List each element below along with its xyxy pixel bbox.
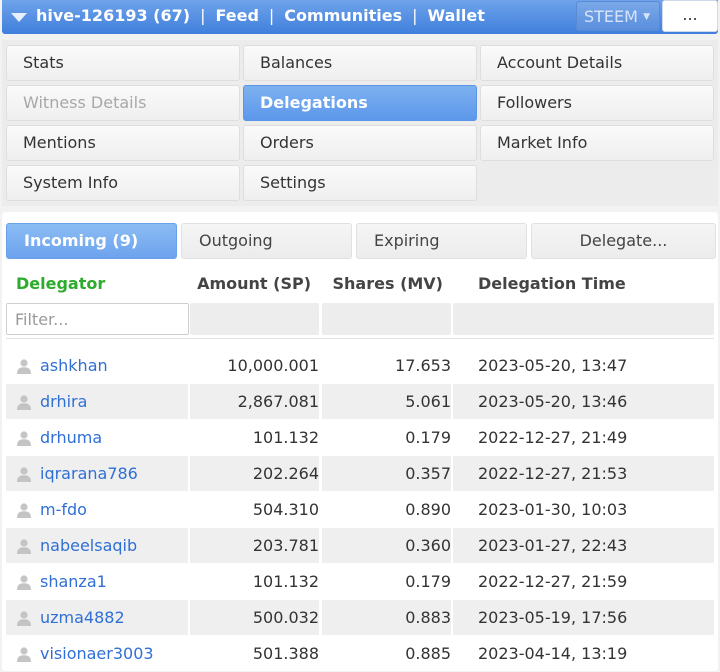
delegations-panel: Incoming (9) Outgoing Expiring Delegate.… [2,212,718,671]
delegator-link[interactable]: uzma4882 [40,600,125,635]
user-icon [17,467,31,482]
menu-balances[interactable]: Balances [243,45,477,81]
time-filter-cell [453,303,714,335]
nav-feed[interactable]: Feed [215,6,258,25]
time-cell: 2023-05-20, 13:46 [478,392,628,411]
delegator-link[interactable]: drhira [40,384,87,419]
nav-communities[interactable]: Communities [284,6,402,25]
shares-cell: 0.885 [405,644,451,663]
time-cell: 2022-12-27, 21:49 [478,428,628,447]
chevron-down-icon: ▼ [643,12,650,22]
time-cell: 2023-01-30, 10:03 [478,500,628,519]
amount-cell: 501.388 [252,644,319,663]
header-divider [6,338,714,339]
top-nav: hive-126193 (67) | Feed | Communities | Wallet [36,6,485,25]
amount-filter-cell [190,303,319,335]
currency-select[interactable]: STEEM ▼ [576,1,660,31]
nav-separator: | [412,6,418,25]
delegator-link[interactable]: visionaer3003 [40,636,154,671]
shares-cell: 0.179 [405,572,451,591]
user-icon [17,647,31,662]
section-menu: Stats Balances Account Details Witness D… [2,40,718,206]
shares-cell: 0.890 [405,500,451,519]
dropdown-caret-icon[interactable] [11,13,27,22]
delegator-link[interactable]: shanza1 [40,564,107,599]
user-icon [17,611,31,626]
amount-cell: 504.310 [252,500,319,519]
delegator-link[interactable]: m-fdo [40,492,87,527]
shares-cell: 17.653 [395,356,451,375]
tab-outgoing[interactable]: Outgoing [181,223,352,259]
more-button[interactable]: ... [662,0,718,32]
amount-cell: 101.132 [252,428,319,447]
user-icon [17,431,31,446]
delegate-button[interactable]: Delegate... [531,223,716,259]
menu-stats[interactable]: Stats [6,45,240,81]
table-row: drhira 2,867.081 5.061 2023-05-20, 13:46 [6,384,714,420]
table-row: visionaer3003 501.388 0.885 2023-04-14, … [6,636,714,672]
time-cell: 2023-01-27, 22:43 [478,536,628,555]
column-header-time[interactable]: Delegation Time [478,274,626,293]
delegations-table: ashkhan 10,000.001 17.653 2023-05-20, 13… [6,348,714,672]
column-header-shares[interactable]: Shares (MV) [322,274,443,293]
amount-cell: 202.264 [252,464,319,483]
shares-filter-cell [322,303,451,335]
shares-cell: 0.360 [405,536,451,555]
table-row: ashkhan 10,000.001 17.653 2023-05-20, 13… [6,348,714,384]
table-row: iqrarana786 202.264 0.357 2022-12-27, 21… [6,456,714,492]
delegator-link[interactable]: nabeelsaqib [40,528,137,563]
menu-mentions[interactable]: Mentions [6,125,240,161]
amount-cell: 2,867.081 [237,392,319,411]
shares-cell: 0.357 [405,464,451,483]
nav-separator: | [200,6,206,25]
delegator-filter-input[interactable] [6,303,189,335]
tab-expiring[interactable]: Expiring [356,223,527,259]
user-icon [17,359,31,374]
nav-wallet[interactable]: Wallet [428,6,485,25]
amount-cell: 500.032 [252,608,319,627]
table-row: shanza1 101.132 0.179 2022-12-27, 21:59 [6,564,714,600]
shares-cell: 0.883 [405,608,451,627]
time-cell: 2023-05-19, 17:56 [478,608,628,627]
amount-cell: 203.781 [252,536,319,555]
menu-orders[interactable]: Orders [243,125,477,161]
delegator-link[interactable]: iqrarana786 [40,456,138,491]
user-icon [17,503,31,518]
column-header-delegator[interactable]: Delegator [16,274,105,293]
table-row: m-fdo 504.310 0.890 2023-01-30, 10:03 [6,492,714,528]
nav-separator: | [268,6,275,25]
table-row: uzma4882 500.032 0.883 2023-05-19, 17:56 [6,600,714,636]
delegator-link[interactable]: drhuma [40,420,102,455]
currency-label: STEEM [584,7,638,26]
time-cell: 2023-04-14, 13:19 [478,644,628,663]
user-icon [17,395,31,410]
shares-cell: 5.061 [405,392,451,411]
user-icon [17,539,31,554]
menu-market-info[interactable]: Market Info [480,125,714,161]
menu-account-details[interactable]: Account Details [480,45,714,81]
amount-cell: 101.132 [252,572,319,591]
menu-witness-details: Witness Details [6,85,240,121]
column-header-amount[interactable]: Amount (SP) [190,274,311,293]
tab-incoming[interactable]: Incoming (9) [6,223,177,259]
time-cell: 2023-05-20, 13:47 [478,356,628,375]
menu-settings[interactable]: Settings [243,165,477,201]
menu-system-info[interactable]: System Info [6,165,240,201]
account-name[interactable]: hive-126193 (67) [36,6,190,25]
table-row: nabeelsaqib 203.781 0.360 2023-01-27, 22… [6,528,714,564]
top-bar: hive-126193 (67) | Feed | Communities | Wallet… [2,0,718,34]
shares-cell: 0.179 [405,428,451,447]
time-cell: 2022-12-27, 21:53 [478,464,628,483]
menu-delegations[interactable]: Delegations [243,85,477,121]
menu-followers[interactable]: Followers [480,85,714,121]
table-row: drhuma 101.132 0.179 2022-12-27, 21:49 [6,420,714,456]
time-cell: 2022-12-27, 21:59 [478,572,628,591]
user-icon [17,575,31,590]
amount-cell: 10,000.001 [227,356,319,375]
delegator-link[interactable]: ashkhan [40,348,108,383]
